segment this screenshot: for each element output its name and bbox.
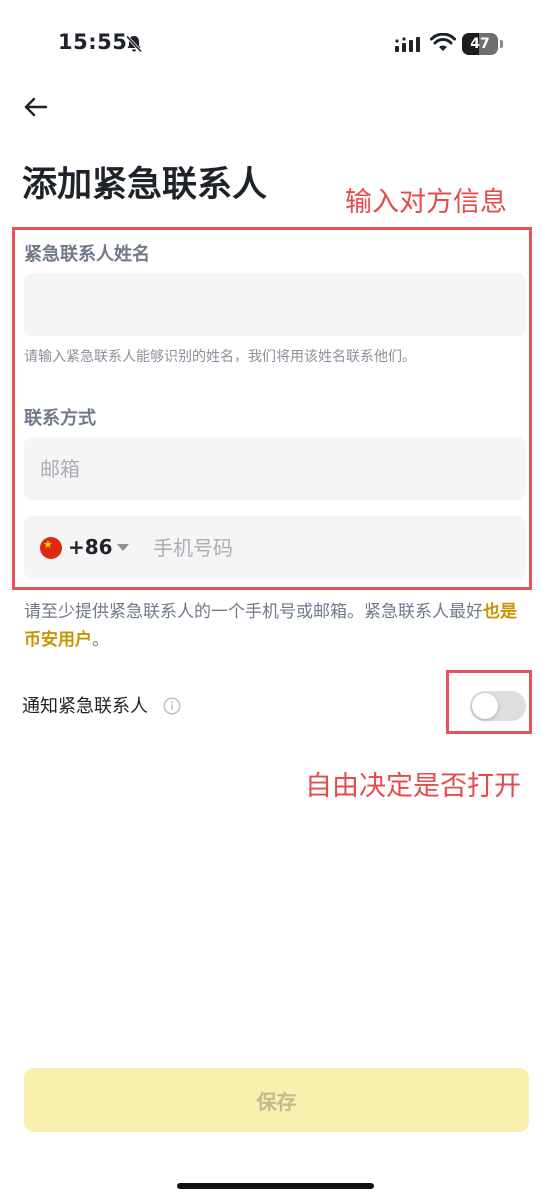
email-input[interactable] xyxy=(24,437,526,500)
save-button[interactable]: 保存 xyxy=(24,1068,529,1132)
bell-slash-icon xyxy=(125,35,143,53)
annotation-enter-info: 输入对方信息 xyxy=(345,187,507,218)
contact-name-label: 紧急联系人姓名 xyxy=(24,244,150,265)
notify-contact-label: 通知紧急联系人 xyxy=(22,696,148,717)
notify-contact-toggle[interactable] xyxy=(470,691,526,721)
toggle-knob xyxy=(472,693,498,719)
china-flag-icon[interactable]: ★ xyxy=(40,537,62,559)
arrow-left-icon[interactable] xyxy=(22,95,50,119)
caret-down-icon[interactable] xyxy=(117,544,129,551)
info-icon[interactable] xyxy=(163,697,181,715)
contact-hint-suffix: 。 xyxy=(92,630,109,650)
battery-level: 47 xyxy=(470,36,490,52)
contact-hint-text: 请至少提供紧急联系人的一个手机号或邮箱。紧急联系人最好 xyxy=(24,602,483,622)
page-title: 添加紧急联系人 xyxy=(22,165,268,205)
status-time: 15:55 xyxy=(58,30,128,54)
wifi-icon xyxy=(430,33,456,51)
battery-icon: 47 xyxy=(462,33,504,55)
contact-name-hint: 请输入紧急联系人能够识别的姓名，我们将用该姓名联系他们。 xyxy=(24,349,416,365)
phone-input[interactable] xyxy=(137,516,522,579)
phone-field: ★ +86 xyxy=(24,516,526,579)
home-indicator xyxy=(177,1183,374,1189)
country-code[interactable]: +86 xyxy=(68,535,113,559)
contact-method-label: 联系方式 xyxy=(24,408,96,429)
contact-name-input[interactable] xyxy=(24,273,526,336)
annotation-toggle-choice: 自由决定是否打开 xyxy=(305,771,521,802)
signal-icon xyxy=(395,37,420,52)
contact-method-hint: 请至少提供紧急联系人的一个手机号或邮箱。紧急联系人最好也是币安用户。 xyxy=(24,598,529,654)
